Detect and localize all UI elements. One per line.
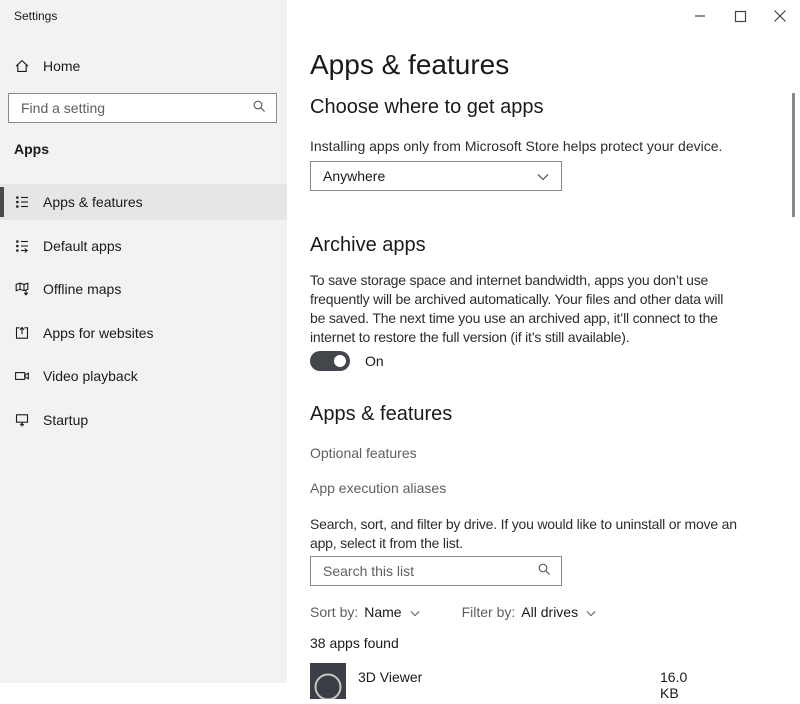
find-setting-searchbox[interactable] xyxy=(8,93,277,123)
apps-found-count: 38 apps found xyxy=(310,635,399,651)
sidebar-item-startup[interactable]: Startup xyxy=(0,402,287,438)
filter-by-dropdown[interactable]: All drives xyxy=(521,604,578,620)
sidebar-item-video-playback[interactable]: Video playback xyxy=(0,358,287,394)
choose-where-description: Installing apps only from Microsoft Stor… xyxy=(310,138,722,154)
sort-filter-row: Sort by: Name Filter by: All drives xyxy=(310,604,596,620)
minimize-button[interactable] xyxy=(680,0,720,32)
app-source-dropdown[interactable]: Anywhere xyxy=(310,161,562,191)
sidebar-item-apps-for-websites[interactable]: Apps for websites xyxy=(0,315,287,351)
chevron-down-icon xyxy=(537,168,549,184)
optional-features-link[interactable]: Optional features xyxy=(310,445,417,461)
archive-apps-description: To save storage space and internet bandw… xyxy=(310,271,800,347)
app-source-dropdown-value: Anywhere xyxy=(323,168,385,184)
choose-where-heading: Choose where to get apps xyxy=(310,96,544,119)
filter-by-label: Filter by: xyxy=(462,604,516,620)
maximize-icon xyxy=(734,10,747,23)
home-icon xyxy=(14,58,30,74)
home-label: Home xyxy=(43,58,80,74)
sidebar-item-label: Apps for websites xyxy=(43,325,154,341)
selected-indicator xyxy=(0,187,4,217)
toggle-knob xyxy=(334,355,346,367)
close-icon xyxy=(773,9,787,23)
app-size: 16.0 KB xyxy=(660,669,700,701)
close-button[interactable] xyxy=(760,0,800,32)
app-list-item[interactable]: 3D Viewer 16.0 KB xyxy=(310,663,700,699)
sidebar-item-apps-features[interactable]: Apps & features xyxy=(0,184,287,220)
sidebar-item-label: Offline maps xyxy=(43,281,121,297)
magnifier-icon xyxy=(252,99,266,118)
sidebar-item-label: Apps & features xyxy=(43,194,143,210)
default-apps-icon xyxy=(14,238,30,254)
magnifier-icon xyxy=(537,562,551,581)
sidebar-section-apps: Apps xyxy=(14,141,49,157)
apps-for-websites-icon xyxy=(14,325,30,341)
window-controls xyxy=(680,0,800,32)
sidebar-item-default-apps[interactable]: Default apps xyxy=(0,228,287,264)
offline-maps-icon xyxy=(14,281,30,297)
archive-apps-toggle-row: On xyxy=(310,351,384,371)
minimize-icon xyxy=(694,10,706,22)
sidebar-item-label: Default apps xyxy=(43,238,122,254)
list-search-input[interactable] xyxy=(323,563,537,579)
scrollbar-thumb[interactable] xyxy=(792,93,795,217)
sidebar-nav: Apps & features Default apps xyxy=(0,184,287,438)
chevron-down-icon[interactable] xyxy=(586,604,596,620)
app-execution-aliases-link[interactable]: App execution aliases xyxy=(310,480,446,496)
apps-list-description: Search, sort, and filter by drive. If yo… xyxy=(310,515,800,553)
video-playback-icon xyxy=(14,368,30,384)
window-title: Settings xyxy=(14,9,57,23)
sidebar-item-home[interactable]: Home xyxy=(0,48,287,84)
sidebar-item-offline-maps[interactable]: Offline maps xyxy=(0,271,287,307)
search-this-list-box[interactable] xyxy=(310,556,562,586)
sort-by-dropdown[interactable]: Name xyxy=(364,604,401,620)
apps-features-list-icon xyxy=(14,194,30,210)
sidebar-item-label: Video playback xyxy=(43,368,138,384)
sidebar-item-label: Startup xyxy=(43,412,88,428)
search-input[interactable] xyxy=(21,100,252,116)
apps-features-heading: Apps & features xyxy=(310,403,452,426)
chevron-down-icon[interactable] xyxy=(410,604,420,620)
page-title: Apps & features xyxy=(310,49,509,81)
maximize-button[interactable] xyxy=(720,0,760,32)
settings-sidebar: Settings Home Apps Apps & features xyxy=(0,0,287,683)
archive-apps-toggle[interactable] xyxy=(310,351,350,371)
sort-by-label: Sort by: xyxy=(310,604,358,620)
startup-icon xyxy=(14,412,30,428)
3d-viewer-app-icon xyxy=(310,663,346,699)
toggle-state-label: On xyxy=(365,353,384,369)
archive-apps-heading: Archive apps xyxy=(310,234,426,257)
